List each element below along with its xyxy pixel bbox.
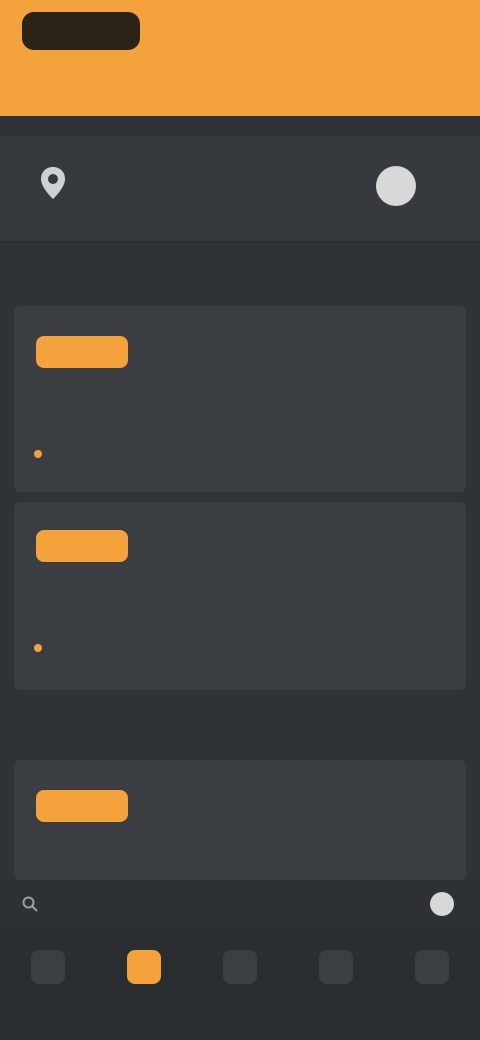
nav-item-explore[interactable]	[205, 950, 275, 992]
explore-icon	[223, 950, 257, 984]
search-icon	[22, 896, 38, 912]
nav-item-profile[interactable]	[397, 950, 467, 992]
app-logo[interactable]	[22, 12, 140, 50]
home-icon	[31, 950, 65, 984]
list-item[interactable]	[14, 306, 466, 492]
status-badge	[36, 530, 128, 562]
nav-item-orders[interactable]	[109, 950, 179, 992]
status-badge	[36, 336, 128, 368]
status-badge	[36, 790, 128, 822]
search-bar	[0, 880, 480, 928]
search-input[interactable]	[60, 892, 350, 916]
note-dot-icon	[34, 450, 42, 458]
clear-button[interactable]	[430, 892, 454, 916]
orders-icon	[127, 950, 161, 984]
profile-icon	[415, 950, 449, 984]
item-note	[34, 644, 446, 652]
app-header	[0, 0, 480, 116]
location-pin-icon	[41, 167, 65, 199]
list-item[interactable]	[14, 760, 466, 880]
avatar[interactable]	[376, 166, 416, 206]
note-dot-icon	[34, 644, 42, 652]
list-item[interactable]	[14, 502, 466, 690]
bottom-nav	[0, 928, 480, 1040]
nav-item-home[interactable]	[13, 950, 83, 992]
item-note	[34, 450, 446, 458]
favorites-icon	[319, 950, 353, 984]
nav-item-favorites[interactable]	[301, 950, 371, 992]
